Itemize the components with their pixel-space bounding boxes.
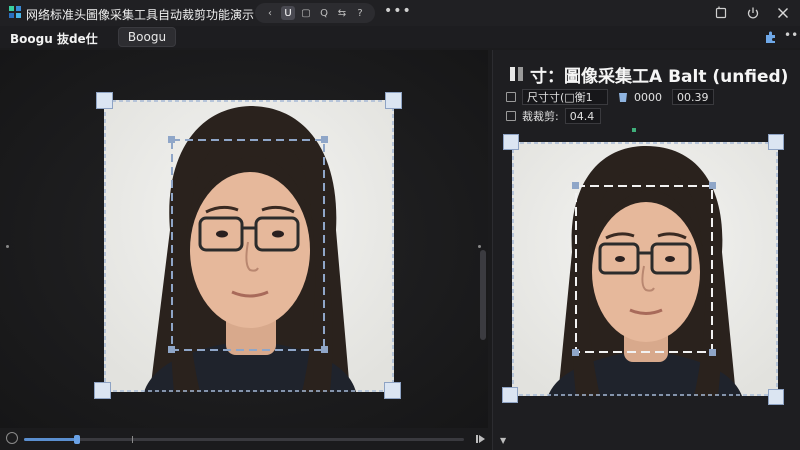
tab-boogu[interactable]: Boogu: [118, 27, 176, 47]
size-value-b[interactable]: 00.39: [672, 89, 714, 105]
back-icon[interactable]: ‹: [263, 6, 277, 20]
crop-checkbox[interactable]: [506, 111, 516, 121]
window-title: 网络标准头圖像采集工具自动裁剪功能演示: [26, 8, 255, 22]
vertical-scrollbar[interactable]: [480, 250, 486, 340]
tab-row: Boogu 抜de仕 Boogu •••: [0, 26, 800, 48]
puzzle-icon[interactable]: [764, 30, 778, 44]
size-row: 尺寸寸(□衡1 0000 00.39: [506, 89, 714, 105]
crop-handle-bottom-right[interactable]: [384, 382, 401, 399]
cup-icon: [619, 92, 627, 102]
crop-handle-bottom-left[interactable]: [94, 382, 111, 399]
timeline-bar: [0, 428, 492, 450]
more-menu-button[interactable]: •••: [384, 3, 412, 19]
power-icon[interactable]: [746, 6, 760, 20]
preview-handle-top-left[interactable]: [503, 134, 519, 150]
size-checkbox[interactable]: [506, 92, 516, 102]
timeline-tick: [132, 436, 133, 443]
crop-label: 裁裁剪:: [522, 110, 559, 123]
timeline-play-icon[interactable]: [6, 432, 18, 444]
timeline-progress: [24, 438, 77, 441]
crop-handle-top-right[interactable]: [385, 92, 402, 109]
crop-value-field[interactable]: 04.4: [564, 108, 601, 124]
cropped-preview[interactable]: [512, 142, 778, 396]
panel-more-button[interactable]: •••: [784, 28, 800, 42]
preview-handle-bottom-left[interactable]: [502, 387, 518, 403]
timeline-track[interactable]: [24, 435, 464, 444]
size-label-field[interactable]: 尺寸寸(□衡1: [522, 89, 608, 105]
preview-handle-bottom-right[interactable]: [768, 389, 784, 405]
help-icon[interactable]: ?: [353, 6, 367, 20]
panel-collapse-icon[interactable]: ▼: [500, 436, 506, 445]
preview-portrait-illustration: [512, 142, 778, 396]
panel-heading-icon: [510, 67, 523, 81]
frame-icon[interactable]: ▢: [299, 6, 313, 20]
title-toolbar: ‹ U ▢ Q ⇆ ?: [255, 3, 375, 23]
skip-end-icon[interactable]: [476, 434, 486, 444]
portrait-illustration: [104, 100, 394, 392]
search-icon[interactable]: Q: [317, 6, 331, 20]
timeline-knob[interactable]: [73, 435, 80, 444]
preview-handle-top-right[interactable]: [768, 134, 784, 150]
size-value-a: 0000: [634, 90, 662, 104]
panel-heading: 寸：圖像采集工A Balt (unfied): [530, 67, 789, 87]
close-icon[interactable]: [776, 6, 790, 20]
u-mode-icon[interactable]: U: [281, 6, 295, 20]
canvas-marker: [6, 245, 9, 248]
canvas-marker: [478, 245, 481, 248]
source-photo[interactable]: [104, 100, 394, 392]
panel-marker-icon: [632, 128, 636, 132]
minimize-window-icon[interactable]: [714, 6, 728, 20]
app-logo-icon: [9, 6, 21, 18]
swap-icon[interactable]: ⇆: [335, 6, 349, 20]
crop-row: 裁裁剪: 04.4: [506, 108, 601, 124]
tab-title[interactable]: Boogu 抜de仕: [10, 30, 98, 47]
crop-handle-top-left[interactable]: [96, 92, 113, 109]
title-bar: 网络标准头圖像采集工具自动裁剪功能演示 ‹ U ▢ Q ⇆ ? •••: [0, 0, 800, 26]
